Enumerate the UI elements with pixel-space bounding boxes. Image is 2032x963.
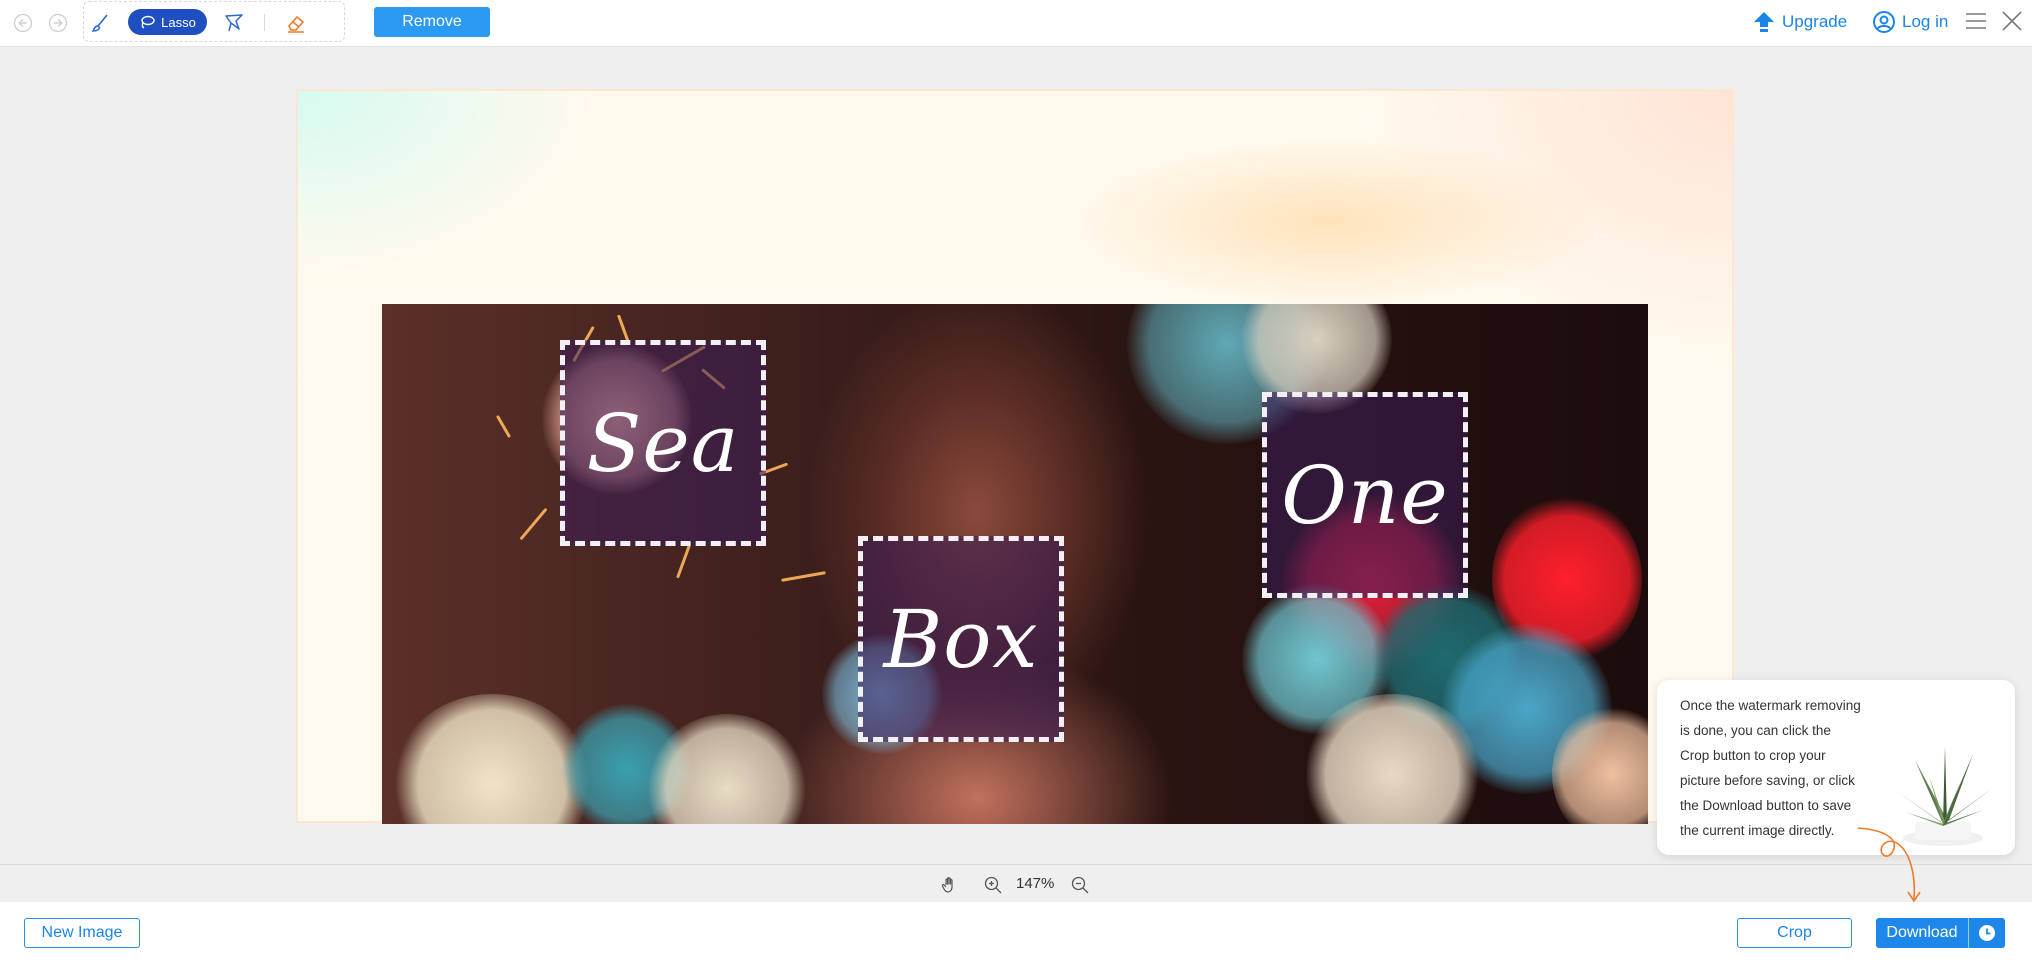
polygonal-lasso-icon[interactable] bbox=[221, 10, 247, 36]
sparkler-streak bbox=[781, 571, 826, 582]
upgrade-button[interactable]: Upgrade bbox=[1752, 9, 1847, 35]
crop-button[interactable]: Crop bbox=[1737, 918, 1852, 948]
lasso-icon bbox=[141, 15, 155, 29]
tooltip-line: the Download button to save bbox=[1680, 798, 1852, 813]
remove-button[interactable]: Remove bbox=[374, 7, 490, 37]
tooltip-line: is done, you can click the bbox=[1680, 723, 1831, 738]
tooltip-text: Once the watermark removing is done, you… bbox=[1680, 693, 1882, 843]
upgrade-label: Upgrade bbox=[1782, 12, 1848, 31]
sparkler-streak bbox=[495, 414, 512, 439]
close-icon[interactable] bbox=[2000, 9, 2024, 33]
new-image-button[interactable]: New Image bbox=[24, 918, 140, 948]
sparkler-streak bbox=[676, 544, 691, 579]
zoom-out-icon[interactable] bbox=[1070, 875, 1090, 895]
hand-pan-icon[interactable] bbox=[940, 875, 960, 895]
zoom-bar: 147% bbox=[0, 864, 2032, 902]
eraser-icon[interactable] bbox=[283, 10, 309, 36]
menu-icon[interactable] bbox=[1965, 10, 1987, 32]
undo-icon[interactable] bbox=[12, 12, 34, 34]
lasso-tool-button[interactable]: Lasso bbox=[128, 9, 207, 35]
download-button[interactable]: Download bbox=[1876, 918, 2005, 948]
watermark-text: Box bbox=[883, 592, 1039, 686]
watermark-selection-one[interactable]: One bbox=[1262, 392, 1468, 598]
tooltip-pointer-arrow bbox=[1857, 827, 1921, 903]
tooltip-line: the current image directly. bbox=[1680, 823, 1835, 838]
watermark-text: Sea bbox=[586, 396, 740, 490]
tooltip-line: Once the watermark removing bbox=[1680, 698, 1861, 713]
zoom-in-icon[interactable] bbox=[983, 875, 1003, 895]
tool-divider bbox=[264, 14, 265, 31]
lasso-label: Lasso bbox=[161, 14, 196, 30]
watermark-text: One bbox=[1281, 448, 1449, 542]
watermark-selection-sea[interactable]: Sea bbox=[560, 340, 766, 546]
clock-icon[interactable] bbox=[1969, 918, 2005, 948]
tooltip-line: Crop button to crop your bbox=[1680, 748, 1826, 763]
brush-icon[interactable] bbox=[88, 10, 114, 36]
watermark-selection-box[interactable]: Box bbox=[858, 536, 1064, 742]
top-toolbar: Lasso Remove Upgrade Log in bbox=[0, 0, 2032, 47]
upgrade-arrow-icon bbox=[1754, 12, 1774, 32]
login-label: Log in bbox=[1902, 12, 1949, 31]
photo-preview[interactable]: Sea Box One bbox=[382, 304, 1648, 824]
zoom-level: 147% bbox=[1016, 875, 1055, 892]
login-button[interactable]: Log in bbox=[1872, 9, 1948, 35]
sparkler-streak bbox=[519, 507, 548, 541]
tooltip-line: picture before saving, or click bbox=[1680, 773, 1855, 788]
download-label: Download bbox=[1886, 924, 1958, 941]
selection-tool-group: Lasso bbox=[83, 1, 345, 42]
user-icon bbox=[1873, 11, 1895, 33]
bottom-bar: New Image Crop Download bbox=[0, 902, 2032, 963]
guide-tooltip: Once the watermark removing is done, you… bbox=[1657, 680, 2015, 855]
redo-icon[interactable] bbox=[47, 12, 69, 34]
